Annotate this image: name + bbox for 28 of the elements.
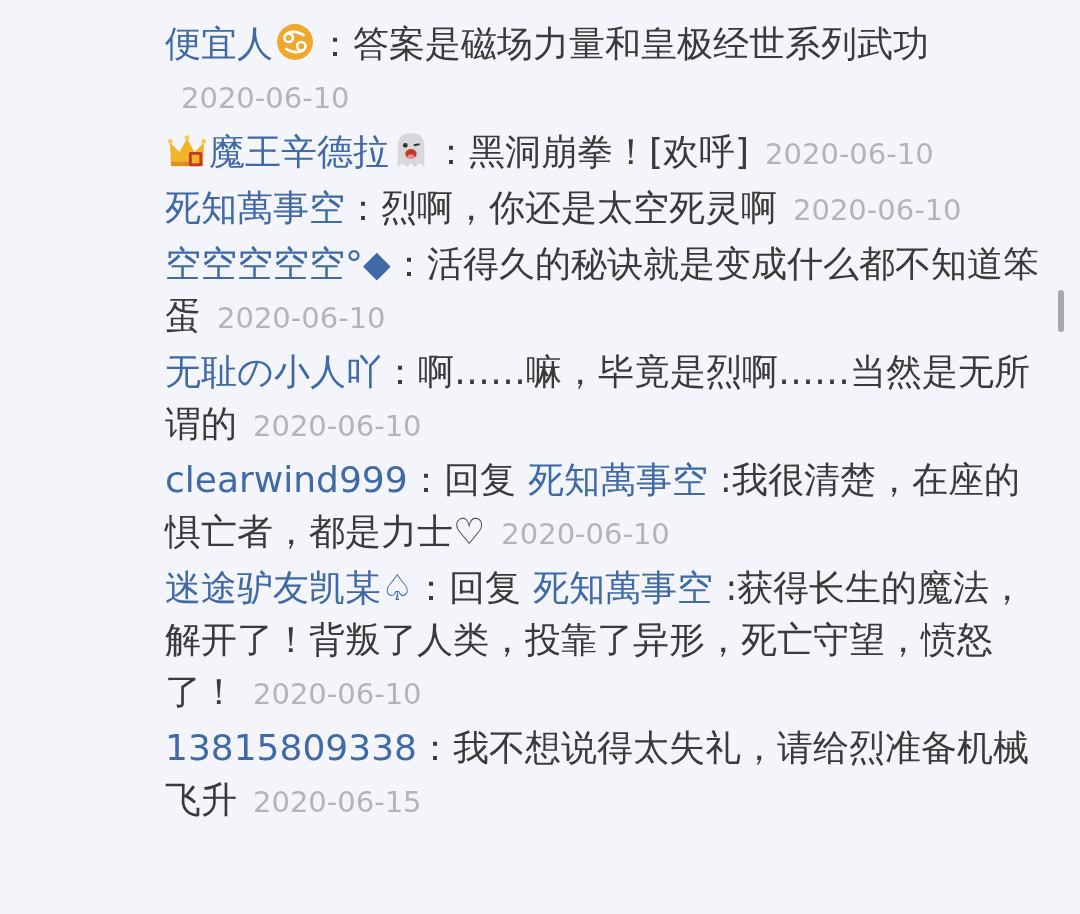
- comment-date: 2020-06-10: [765, 137, 934, 171]
- scrollbar[interactable]: [1058, 290, 1064, 332]
- username-link[interactable]: 魔王辛德拉: [209, 131, 389, 172]
- username-link[interactable]: clearwind999: [165, 459, 408, 500]
- comment-date: 2020-06-10: [253, 677, 422, 711]
- reply-target-link[interactable]: 死知萬事空: [533, 567, 714, 608]
- comment-text: 13815809338：我不想说得太失礼，请给烈准备机械飞升 2020-06-15: [165, 726, 1030, 822]
- reply-target-link[interactable]: 死知萬事空: [527, 459, 708, 500]
- comment-text: clearwind999：回复 死知萬事空 :我很清楚，在座的惧亡者，都是力士♡ 2020-06-10: [165, 458, 1021, 554]
- comment-text: 便宜人 ：答案是磁场力量和皇极经世系列武功 2020-06-10: [165, 22, 930, 117]
- username-link[interactable]: 空空空空空°◆: [165, 243, 391, 284]
- username-link[interactable]: 便宜人: [165, 23, 273, 64]
- comment-date: 2020-06-10: [501, 517, 670, 551]
- comment-date: 2020-06-10: [217, 301, 386, 335]
- comment-date: 2020-06-10: [793, 193, 962, 227]
- comment-text: 死知萬事空：烈啊，你还是太空死灵啊 2020-06-10: [165, 186, 963, 230]
- comment-text: 迷途驴友凯某♤：回复 死知萬事空 :获得长生的魔法，解开了！背叛了人类，投靠了异形，死亡守望，愤怒了！ 2020-06-10: [165, 566, 1027, 714]
- username-link[interactable]: 死知萬事空: [165, 187, 345, 228]
- comment-text: 魔王辛德拉 ：黑洞崩拳！[欢呼] 2020-06-10: [165, 126, 1040, 180]
- comment-date: 2020-06-10: [181, 81, 350, 115]
- comment-text: 无耻の小人吖：啊……嘛，毕竟是烈啊……当然是无所谓的 2020-06-10: [165, 350, 1031, 446]
- username-link[interactable]: 13815809338: [165, 727, 417, 768]
- comment-text: 空空空空空°◆：活得久的秘诀就是变成什么都不知道笨蛋 2020-06-10: [165, 242, 1040, 338]
- username-link[interactable]: 无耻の小人吖: [165, 351, 382, 392]
- zodiac-badge-icon: [276, 23, 314, 61]
- comment-date: 2020-06-15: [253, 785, 422, 819]
- comment-date: 2020-06-10: [253, 409, 422, 443]
- username-link[interactable]: 迷途驴友凯某♤: [165, 567, 414, 608]
